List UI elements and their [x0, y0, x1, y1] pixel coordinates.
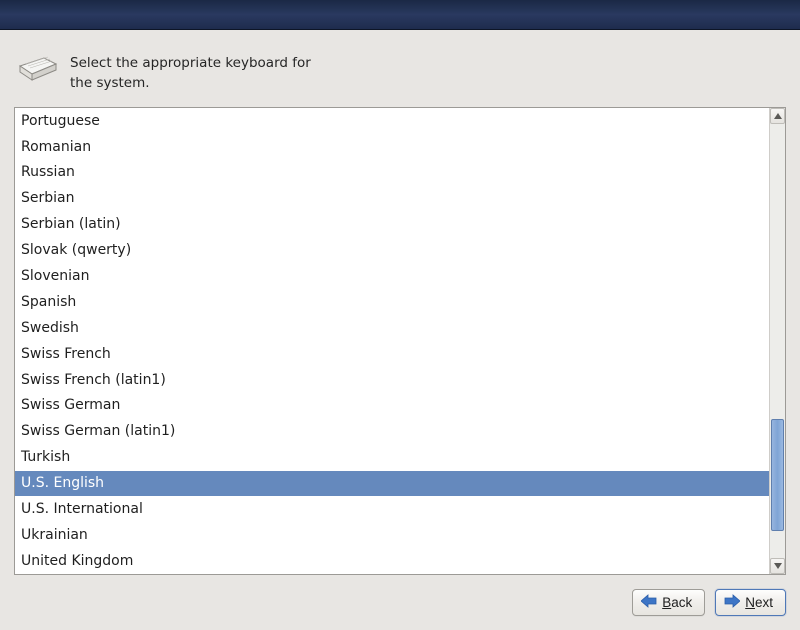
scroll-track[interactable] [771, 125, 784, 557]
list-item[interactable]: Swedish [15, 315, 769, 341]
list-item[interactable]: Serbian (latin) [15, 212, 769, 238]
list-item[interactable]: Ukrainian [15, 522, 769, 548]
scrollbar[interactable] [769, 108, 785, 574]
content-area: Select the appropriate keyboard for the … [0, 30, 800, 575]
next-button[interactable]: Next [715, 589, 786, 616]
next-button-label: Next [745, 595, 773, 610]
list-item[interactable]: Turkish [15, 445, 769, 471]
arrow-left-icon [641, 594, 657, 611]
list-item[interactable]: Swiss German [15, 393, 769, 419]
list-item[interactable]: Russian [15, 160, 769, 186]
header-banner [0, 0, 800, 30]
list-item[interactable]: Swiss French [15, 341, 769, 367]
list-item[interactable]: Slovenian [15, 263, 769, 289]
back-button[interactable]: Back [632, 589, 705, 616]
keyboard-listbox-wrap: PortugueseRomanianRussianSerbianSerbian … [14, 107, 786, 575]
arrow-right-icon [724, 594, 740, 611]
list-item[interactable]: Swiss German (latin1) [15, 419, 769, 445]
scroll-down-button[interactable] [770, 558, 785, 574]
back-button-label: Back [662, 595, 692, 610]
footer: Back Next [0, 575, 800, 630]
keyboard-listbox[interactable]: PortugueseRomanianRussianSerbianSerbian … [15, 108, 769, 574]
list-item[interactable]: U.S. International [15, 496, 769, 522]
scroll-thumb[interactable] [771, 419, 784, 531]
list-item[interactable]: U.S. English [15, 471, 769, 497]
scroll-up-button[interactable] [770, 108, 785, 124]
list-item[interactable]: Portuguese [15, 108, 769, 134]
list-item[interactable]: Serbian [15, 186, 769, 212]
keyboard-icon [18, 54, 58, 86]
list-item[interactable]: Romanian [15, 134, 769, 160]
list-item[interactable]: Swiss French (latin1) [15, 367, 769, 393]
list-item[interactable]: Slovak (qwerty) [15, 238, 769, 264]
list-item[interactable]: United Kingdom [15, 548, 769, 574]
list-item[interactable]: Spanish [15, 289, 769, 315]
prompt-row: Select the appropriate keyboard for the … [14, 46, 786, 107]
prompt-text: Select the appropriate keyboard for the … [70, 54, 330, 93]
